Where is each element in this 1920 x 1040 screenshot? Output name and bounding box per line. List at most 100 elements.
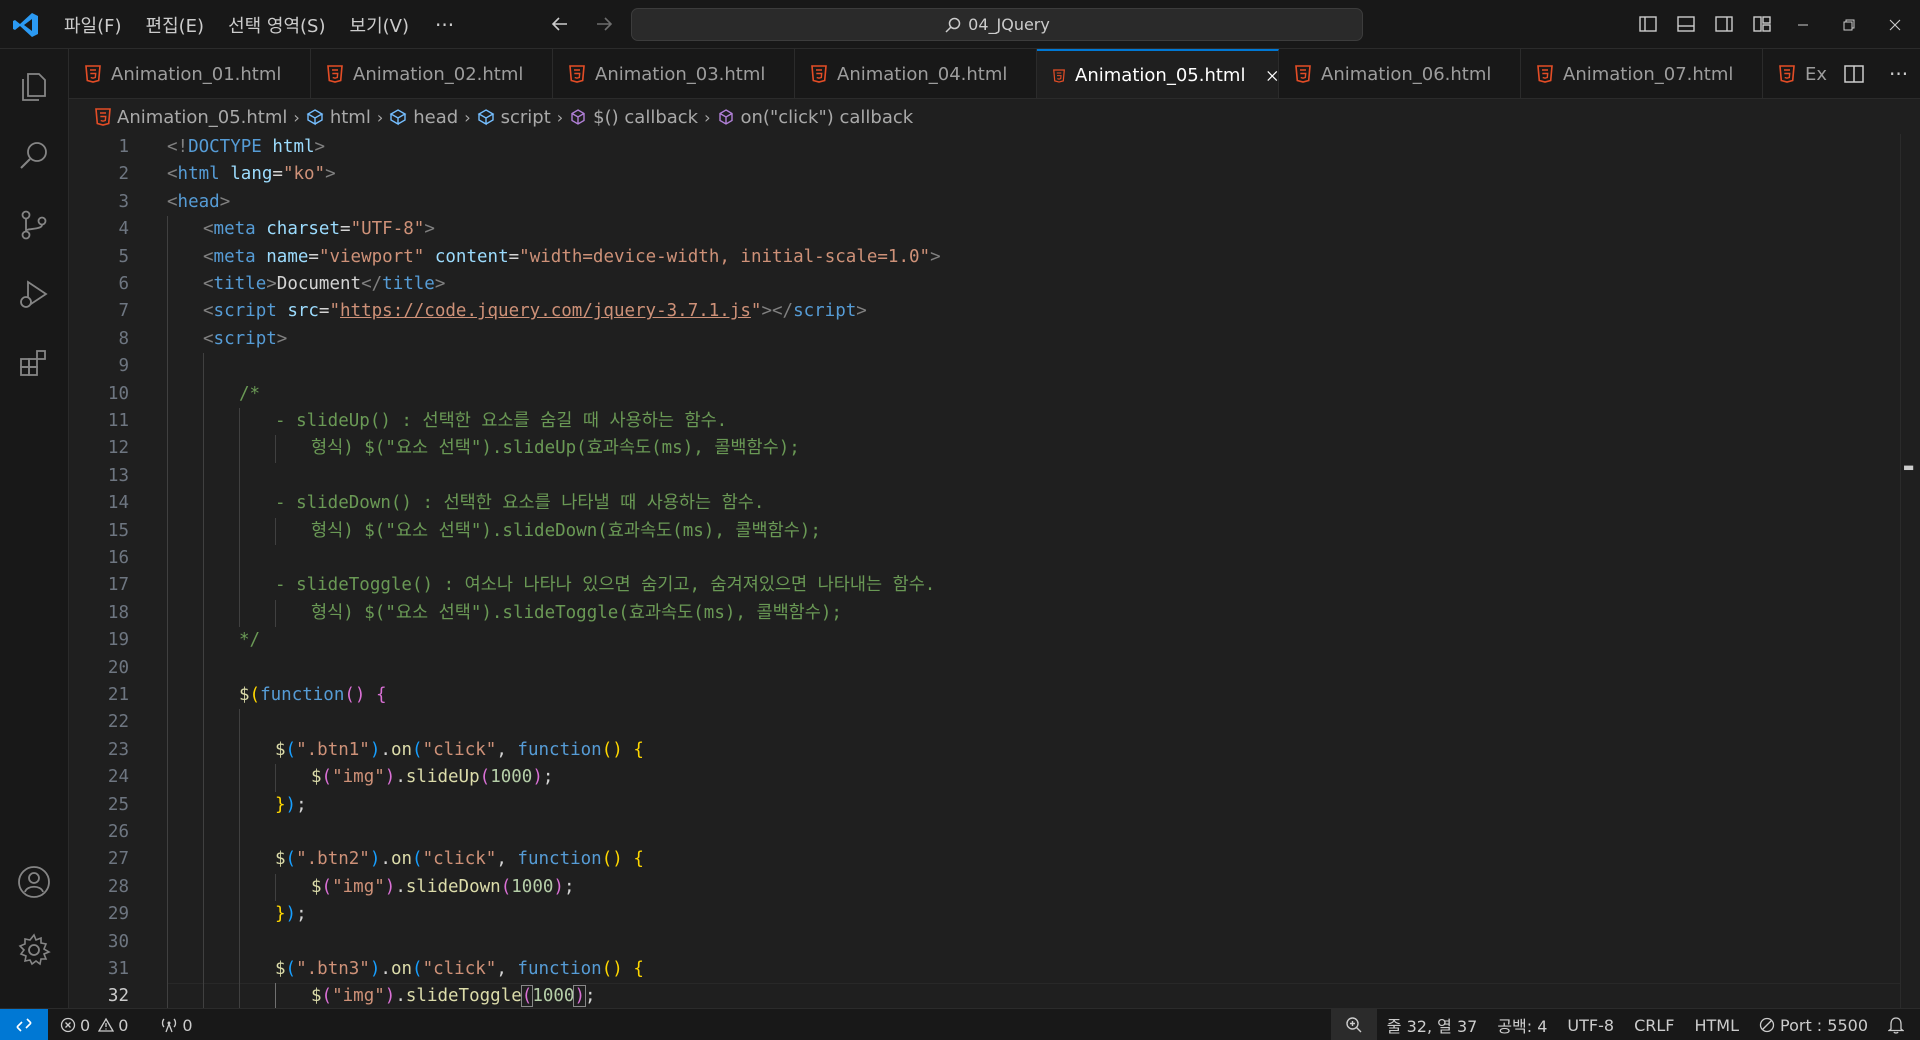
code-line[interactable]: 24 $("img").slideUp(1000); [69, 764, 1901, 791]
menu-file[interactable]: 파일(F) [52, 12, 134, 38]
tab-animation-06[interactable]: Animation_06.html [1279, 49, 1521, 98]
breadcrumb-on-click-callback[interactable]: on("click") callback [717, 107, 913, 128]
code-line[interactable]: 32 $("img").slideToggle(1000); [69, 983, 1901, 1008]
code-line[interactable]: 30 [69, 929, 1901, 956]
line-number: 28 [107, 876, 129, 897]
code-line[interactable]: 14 - slideDown() : 선택한 요소를 나타낼 때 사용하는 함수. [69, 490, 1901, 517]
code-line[interactable]: 6 <title>Document</title> [69, 271, 1901, 298]
tab-animation-01[interactable]: Animation_01.html [69, 49, 311, 98]
code-editor[interactable]: 1 <!DOCTYPE html> 2 <html lang="ko"> 3 <head>… [69, 134, 1901, 1008]
html5-file-icon [85, 65, 101, 83]
account-icon[interactable] [12, 860, 56, 904]
toggle-panel-icon[interactable] [1674, 12, 1698, 36]
problems-indicator[interactable]: 0 0 [60, 1016, 128, 1035]
menu-more-button[interactable]: ··· [421, 13, 468, 37]
live-server-port[interactable]: Port : 5500 [1749, 1009, 1878, 1040]
code-line[interactable]: 21 $(function() { [69, 682, 1901, 709]
code-line[interactable]: 9 [69, 353, 1901, 380]
cursor-position[interactable]: 줄 32, 열 37 [1377, 1009, 1488, 1040]
editor-scrollbar[interactable] [1900, 134, 1920, 1008]
symbol-method-icon [718, 109, 733, 125]
editor-tab-bar: Animation_01.html Animation_02.html Anim… [69, 49, 1920, 99]
code-line[interactable]: 25}); [69, 792, 1901, 819]
code-text: $(".btn2").on("click", function() { [275, 849, 644, 870]
restore-button[interactable] [1826, 0, 1872, 49]
breadcrumb-label: Animation_05.html [117, 106, 288, 128]
search-icon[interactable] [12, 134, 56, 178]
code-line[interactable]: 2 <html lang="ko"> [69, 161, 1901, 188]
tab-overflow-partial[interactable]: Ex [1763, 49, 1843, 98]
code-line[interactable]: 10 /* [69, 381, 1901, 408]
code-line[interactable]: 15 형식) $("요소 선택").slideDown(효과속도(ms), 콜백함… [69, 518, 1901, 545]
code-text: - slideDown() : 선택한 요소를 나타낼 때 사용하는 함수. [275, 493, 765, 514]
code-line[interactable]: 4 <meta charset="UTF-8"> [69, 216, 1901, 243]
code-line[interactable]: 27 $(".btn2").on("click", function() { [69, 846, 1901, 873]
run-debug-icon[interactable] [12, 272, 56, 316]
source-control-icon[interactable] [12, 203, 56, 247]
tab-animation-03[interactable]: Animation_03.html [553, 49, 795, 98]
code-line[interactable]: 1 <!DOCTYPE html> [69, 134, 1901, 161]
tab-animation-02[interactable]: Animation_02.html [311, 49, 553, 98]
breadcrumb-file[interactable]: Animation_05.html [95, 107, 287, 128]
code-line[interactable]: 16 [69, 545, 1901, 572]
settings-gear-icon[interactable] [12, 928, 56, 972]
customize-layout-icon[interactable] [1750, 12, 1774, 36]
code-line[interactable]: 23 $(".btn1").on("click", function() { [69, 737, 1901, 764]
breadcrumb-callback[interactable]: $() callback [569, 107, 698, 128]
language-mode[interactable]: HTML [1684, 1009, 1749, 1040]
line-ending[interactable]: CRLF [1624, 1009, 1684, 1040]
more-actions-icon[interactable]: ··· [1889, 62, 1908, 86]
menu-view[interactable]: 보기(V) [338, 12, 421, 38]
breadcrumb-label: script [500, 106, 551, 128]
tab-label: Animation_03.html [595, 63, 766, 85]
code-line[interactable]: 28 $("img").slideDown(1000); [69, 874, 1901, 901]
breadcrumb-head[interactable]: head [389, 107, 458, 128]
arrow-left-icon[interactable] [548, 12, 572, 36]
explorer-icon[interactable] [12, 65, 56, 109]
code-line[interactable]: 17 - slideToggle() : 여소나 나타나 있으면 숨기고, 숨겨져… [69, 572, 1901, 599]
remote-icon[interactable] [0, 1009, 48, 1040]
minimize-button[interactable] [1780, 0, 1826, 49]
code-line[interactable]: 31 $(".btn3").on("click", function() { [69, 956, 1901, 983]
encoding[interactable]: UTF-8 [1557, 1009, 1624, 1040]
code-line[interactable]: 12 형식) $("요소 선택").slideUp(효과속도(ms), 콜백함수)… [69, 435, 1901, 462]
breadcrumb-script[interactable]: script [477, 107, 551, 128]
indentation[interactable]: 공백: 4 [1487, 1009, 1557, 1040]
title-bar: 파일(F) 편집(E) 선택 영역(S) 보기(V) ··· 04_JQuery [0, 0, 1920, 49]
menu-edit[interactable]: 편집(E) [134, 12, 217, 38]
code-line[interactable]: 8 <script> [69, 326, 1901, 353]
code-line[interactable]: 29}); [69, 901, 1901, 928]
code-line[interactable]: 5 <meta name="viewport" content="width=de… [69, 244, 1901, 271]
code-line[interactable]: 11 - slideUp() : 선택한 요소를 숨길 때 사용하는 함수. [69, 408, 1901, 435]
command-center-search[interactable]: 04_JQuery [631, 8, 1363, 41]
bell-icon[interactable] [1878, 1009, 1920, 1040]
code-text: $("img").slideToggle(1000); [311, 985, 596, 1008]
code-line[interactable]: 22 [69, 709, 1901, 736]
code-line[interactable]: 26 [69, 819, 1901, 846]
code-line[interactable]: 7 <script src="https://code.jquery.com/jq… [69, 298, 1901, 325]
ports-indicator[interactable]: 0 [160, 1016, 193, 1035]
menu-selection[interactable]: 선택 영역(S) [216, 12, 337, 38]
extensions-icon[interactable] [12, 341, 56, 385]
code-line[interactable]: 20 [69, 655, 1901, 682]
line-number: 12 [107, 438, 129, 459]
toggle-primary-sidebar-icon[interactable] [1636, 12, 1660, 36]
breadcrumb-html[interactable]: html [306, 107, 371, 128]
arrow-right-icon[interactable] [592, 12, 616, 36]
code-line[interactable]: 19 */ [69, 627, 1901, 654]
line-number: 25 [107, 794, 129, 815]
code-text: <title>Document</title> [203, 274, 446, 294]
zoom-icon[interactable] [1330, 1009, 1377, 1040]
close-icon[interactable] [1267, 69, 1278, 83]
tab-animation-07[interactable]: Animation_07.html [1521, 49, 1763, 98]
split-editor-icon[interactable] [1843, 63, 1865, 85]
broadcast-icon [162, 1018, 177, 1033]
tab-animation-04[interactable]: Animation_04.html [795, 49, 1037, 98]
code-text: <script> [203, 328, 288, 349]
toggle-secondary-sidebar-icon[interactable] [1712, 12, 1736, 36]
code-line[interactable]: 13 [69, 463, 1901, 490]
close-window-button[interactable] [1872, 0, 1918, 49]
code-line[interactable]: 3 <head> [69, 189, 1901, 216]
code-line[interactable]: 18 형식) $("요소 선택").slideToggle(효과속도(ms), 콜… [69, 600, 1901, 627]
tab-animation-05[interactable]: Animation_05.html [1037, 49, 1279, 98]
